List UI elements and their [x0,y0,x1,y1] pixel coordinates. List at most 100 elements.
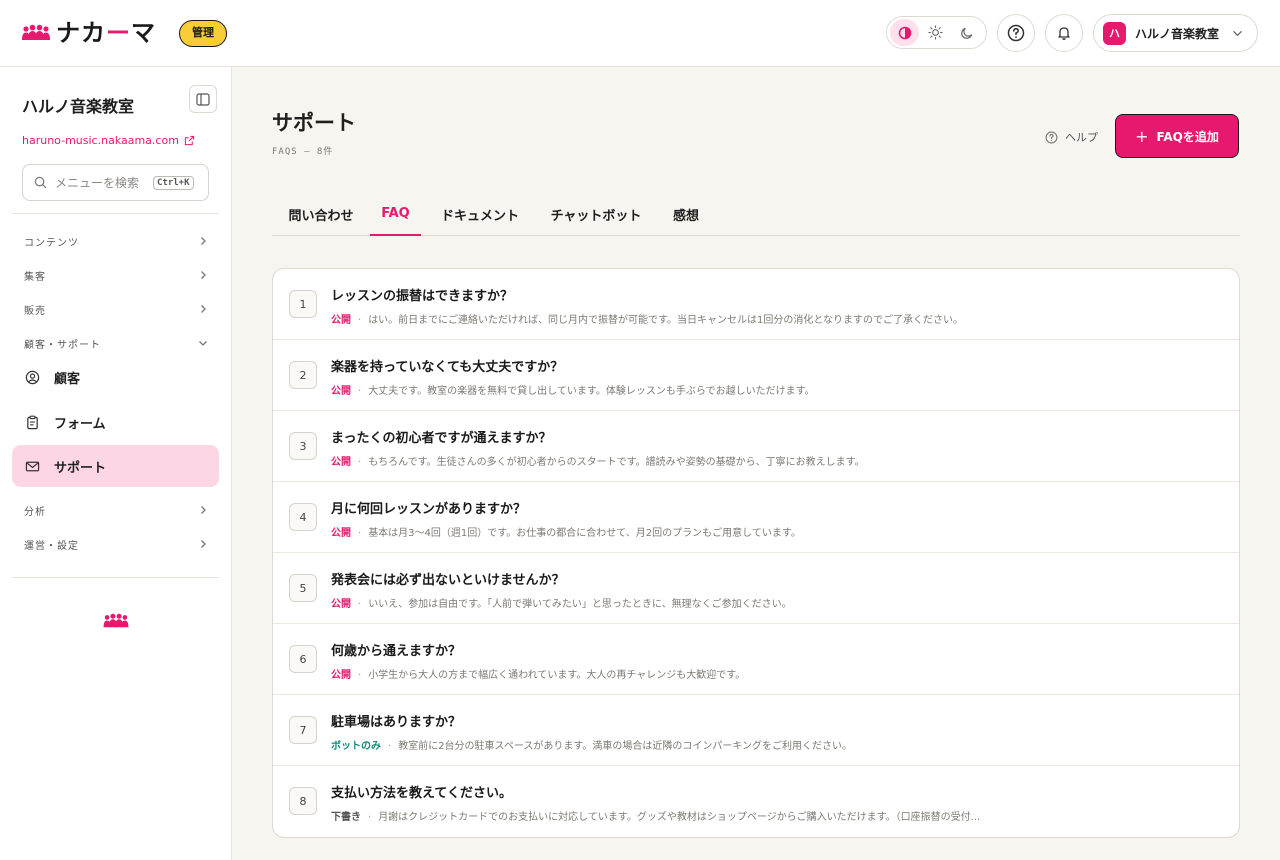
faq-number: 2 [289,361,317,389]
tab-faq[interactable]: FAQ [370,192,421,236]
moon-icon [960,27,972,39]
faq-meta: 下書き · 月謝はクレジットカードでのお支払いに対応しています。グッズや教材はショッ… [331,812,981,823]
bell-icon [1058,27,1070,40]
search-shortcut: Ctrl+K [153,175,194,190]
user-circle-icon [25,370,40,384]
account-avatar: ハ [1103,21,1126,45]
faq-question: まったくの初心者ですが通えますか？ [331,431,552,446]
status-badge: 公開 [331,386,351,397]
faq-meta: 公開 · 基本は月3〜4回（週1回）です。お仕事の都合に合わせて、月2回のプランもご… [331,528,801,539]
faq-number: 6 [289,645,317,673]
faq-number: 4 [289,503,317,531]
people-logo-icon [103,613,129,628]
faq-meta: 公開 · 大丈夫です。教室の楽器を無料で貸し出しています。体験レッスンも手ぶらでお越… [331,386,815,397]
section-label: コンテンツ [24,237,79,249]
faq-question: 月に何回レッスンがありますか？ [331,502,527,517]
help-button[interactable] [997,14,1035,52]
tab-feedback[interactable]: 感想 [653,192,719,236]
theme-auto-button[interactable] [890,19,919,46]
sidebar-item-forms[interactable]: フォーム [12,401,219,443]
faq-row[interactable]: 6 何歳から通えますか？ 公開 · 小学生から大人の方まで幅広く通われています。大人… [273,624,1239,695]
faq-answer: 小学生から大人の方まで幅広く通われています。大人の再チャレンジも大歓迎です。 [368,670,746,681]
faq-number: 5 [289,574,317,602]
faq-row[interactable]: 2 楽器を持っていなくても大丈夫ですか？ 公開 · 大丈夫です。教室の楽器を無料で貸… [273,340,1239,411]
sidebar-item-support[interactable]: サポート [12,445,219,487]
faq-row[interactable]: 1 レッスンの振替はできますか？ 公開 · はい。前日までにご連絡いただければ、同じ… [273,269,1239,340]
sidebar-item-customers[interactable]: 顧客 [12,356,219,398]
faq-question: 発表会には必ず出ないといけませんか？ [331,573,565,588]
notifications-button[interactable] [1045,14,1083,52]
faq-answer: 大丈夫です。教室の楽器を無料で貸し出しています。体験レッスンも手ぶらでお越しいた… [368,386,815,397]
search-placeholder: メニューを検索 [55,176,140,190]
tab-documents[interactable]: ドキュメント [421,192,539,236]
faq-meta: 公開 · いいえ、参加は自由です。「人前で弾いてみたい」と思ったときに、無理なくご参… [331,599,792,610]
top-bar: ナカーマ 管理 ハ ハルノ音楽教室 [0,0,1280,67]
app-logo[interactable]: ナカーマ [22,18,156,48]
theme-light-button[interactable] [921,19,950,46]
question-circle-icon [1045,131,1058,143]
sidebar-section-sales[interactable]: 販売 [24,299,208,319]
section-label: 運営・設定 [24,540,79,552]
sidebar-section-customer-support[interactable]: 顧客・サポート [24,333,208,353]
status-badge: ボットのみ [331,741,381,752]
chevron-down-icon [1233,31,1242,37]
sidebar-section-settings[interactable]: 運営・設定 [24,534,208,554]
sun-icon [928,25,943,40]
faq-list: 1 レッスンの振替はできますか？ 公開 · はい。前日までにご連絡いただければ、同じ… [272,268,1240,838]
faq-answer: はい。前日までにご連絡いただければ、同じ月内で振替が可能です。当日キャンセルは1… [368,315,964,326]
contrast-icon [898,26,911,39]
faq-number: 3 [289,432,317,460]
chevron-right-icon [201,540,206,548]
collapse-sidebar-button[interactable] [189,85,217,113]
status-badge: 公開 [331,315,351,326]
site-url-text: haruno-music.nakaama.com [22,134,179,147]
faq-meta: 公開 · はい。前日までにご連絡いただければ、同じ月内で振替が可能です。当日キャンセ… [331,315,964,326]
section-label: 顧客・サポート [24,339,101,351]
faq-row[interactable]: 7 駐車場はありますか？ ボットのみ · 教室前に2台分の駐車スペースがあります。満… [273,695,1239,766]
site-url-link[interactable]: haruno-music.nakaama.com [22,134,195,147]
page-subtitle: FAQS — 8件 [272,147,334,157]
chevron-down-icon [199,341,207,346]
faq-answer: もちろんです。生徒さんの多くが初心者からのスタートです。譜読みや姿勢の基礎から、… [368,457,865,468]
sidebar-section-contents[interactable]: コンテンツ [24,231,208,251]
faq-row[interactable]: 3 まったくの初心者ですが通えますか？ 公開 · もちろんです。生徒さんの多くが初心… [273,411,1239,482]
question-circle-icon [1007,24,1025,42]
faq-question: 楽器を持っていなくても大丈夫ですか？ [331,360,564,375]
faq-answer: 月謝はクレジットカードでのお支払いに対応しています。グッズや教材はショップページ… [378,812,981,823]
search-icon [34,176,47,189]
faq-number: 7 [289,716,317,744]
admin-badge: 管理 [179,20,227,47]
account-menu[interactable]: ハ ハルノ音楽教室 [1093,14,1258,52]
sidebar: ハルノ音楽教室 haruno-music.nakaama.com メニューを検索… [0,67,232,860]
theme-dark-button[interactable] [952,19,981,46]
status-badge: 公開 [331,599,351,610]
sidebar-section-marketing[interactable]: 集客 [24,265,208,285]
help-link[interactable]: ヘルプ [1045,129,1098,145]
tab-inquiries[interactable]: 問い合わせ [272,192,370,236]
sidebar-section-analytics[interactable]: 分析 [24,500,208,520]
faq-row[interactable]: 8 支払い方法を教えてください。 下書き · 月謝はクレジットカードでのお支払いに対… [273,766,1239,837]
logo-wordmark: ナカーマ [56,19,156,47]
faq-row[interactable]: 4 月に何回レッスンがありますか？ 公開 · 基本は月3〜4回（週1回）です。お仕事… [273,482,1239,553]
faq-question: 何歳から通えますか？ [331,644,462,659]
menu-search-input[interactable]: メニューを検索 Ctrl+K [22,164,209,201]
external-link-icon [184,135,195,146]
faq-meta: 公開 · もちろんです。生徒さんの多くが初心者からのスタートです。譜読みや姿勢の基礎… [331,457,865,468]
tab-chatbot[interactable]: チャットボット [539,192,653,236]
add-faq-button[interactable]: + FAQを追加 [1115,114,1239,158]
account-name: ハルノ音楽教室 [1135,26,1220,41]
chevron-right-icon [201,237,206,245]
faq-number: 8 [289,787,317,815]
add-faq-label: FAQを追加 [1156,129,1219,144]
faq-meta: ボットのみ · 教室前に2台分の駐車スペースがあります。満車の場合は近隣のコインパー… [331,741,853,752]
clipboard-icon [27,415,38,429]
faq-row[interactable]: 5 発表会には必ず出ないといけませんか？ 公開 · いいえ、参加は自由です。「人前で… [273,553,1239,624]
faq-question: レッスンの振替はできますか？ [331,289,514,304]
faq-question: 駐車場はありますか？ [331,715,462,730]
faq-answer: いいえ、参加は自由です。「人前で弾いてみたい」と思ったときに、無理なくご参加くだ… [368,599,792,610]
plus-icon: + [1135,126,1149,146]
chevron-right-icon [201,305,206,313]
faq-meta: 公開 · 小学生から大人の方まで幅広く通われています。大人の再チャレンジも大歓迎です… [331,670,746,681]
section-label: 集客 [24,271,46,283]
faq-number: 1 [289,290,317,318]
